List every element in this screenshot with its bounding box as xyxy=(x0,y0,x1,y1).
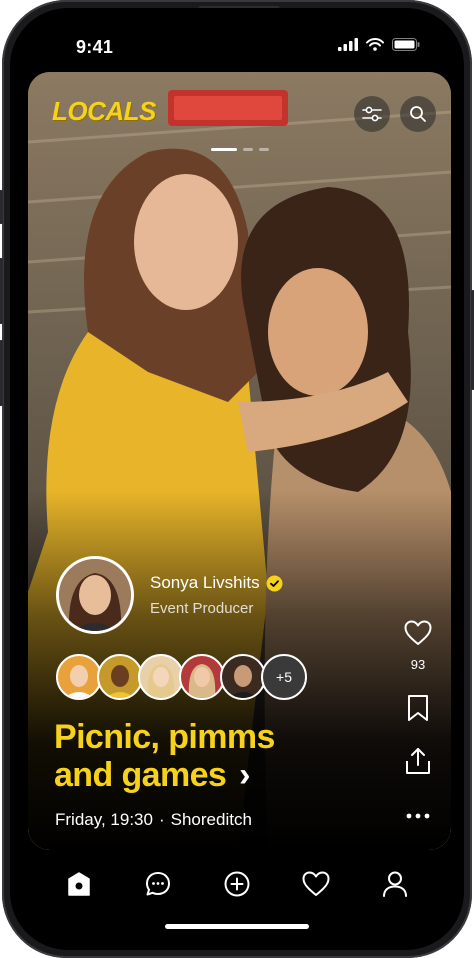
status-bar: 9:41 xyxy=(10,8,464,68)
chat-bubble-icon xyxy=(146,872,171,896)
tab-favorites[interactable] xyxy=(296,864,336,904)
attendee-avatar xyxy=(97,654,143,700)
carousel-dot xyxy=(243,148,253,151)
share-button[interactable] xyxy=(398,747,438,780)
host-avatar[interactable] xyxy=(56,556,134,634)
event-date: Friday, 19:30 xyxy=(55,810,153,829)
tab-bar xyxy=(10,854,464,914)
more-options-button[interactable] xyxy=(398,806,438,824)
bookmark-button[interactable] xyxy=(398,694,438,727)
status-icons xyxy=(338,38,420,51)
search-icon xyxy=(410,106,426,122)
carousel-dot xyxy=(259,148,269,151)
status-time: 9:41 xyxy=(76,37,114,57)
tab-profile[interactable] xyxy=(375,864,415,904)
more-attendees-badge[interactable]: +5 xyxy=(261,654,307,700)
carousel-dot-active xyxy=(211,148,237,151)
event-card[interactable]: LOCALS Sonya Livshits Event Producer +5 … xyxy=(28,72,451,850)
event-title-line2: and games xyxy=(54,756,227,794)
host-profile[interactable]: Sonya Livshits Event Producer xyxy=(56,556,283,634)
action-rail: 93 xyxy=(398,620,438,824)
screen: 9:41 LOCALS Sonya Livshits Event Produce… xyxy=(10,8,464,950)
host-role: Event Producer xyxy=(150,600,254,617)
attendee-avatar xyxy=(220,654,266,700)
heart-icon xyxy=(404,620,432,645)
event-title[interactable]: Picnic, pimms and games › xyxy=(54,718,354,794)
bookmark-icon xyxy=(408,695,428,721)
wifi-icon xyxy=(366,38,384,51)
event-meta: Friday, 19:30 · Shoreditch xyxy=(55,810,252,830)
volume-down-button xyxy=(0,340,3,406)
attendee-avatar xyxy=(179,654,225,700)
tab-create[interactable] xyxy=(217,864,257,904)
app-logo: LOCALS xyxy=(52,96,156,126)
volume-up-button xyxy=(0,258,3,324)
home-indicator[interactable] xyxy=(165,924,309,929)
verified-badge-icon xyxy=(266,575,283,591)
share-icon xyxy=(406,748,430,774)
filter-button[interactable] xyxy=(354,96,390,132)
meta-separator: · xyxy=(158,810,165,829)
more-horizontal-icon xyxy=(406,813,430,819)
cellular-signal-icon xyxy=(338,38,358,51)
attendee-avatar xyxy=(138,654,184,700)
like-count: 93 xyxy=(410,657,426,672)
phone-frame: 9:41 LOCALS Sonya Livshits Event Produce… xyxy=(0,0,474,958)
add-circle-icon xyxy=(224,871,250,897)
attendee-avatar xyxy=(56,654,102,700)
battery-icon xyxy=(392,38,420,51)
event-location: Shoreditch xyxy=(170,810,252,829)
chevron-right-icon: › xyxy=(239,756,250,794)
attendee-list[interactable]: +5 xyxy=(56,654,307,700)
like-button[interactable]: 93 xyxy=(398,620,438,672)
search-button[interactable] xyxy=(400,96,436,132)
user-icon xyxy=(382,871,407,897)
host-name: Sonya Livshits xyxy=(150,573,260,592)
tab-messages[interactable] xyxy=(138,864,178,904)
heart-icon xyxy=(302,871,330,896)
mute-switch xyxy=(0,190,3,224)
host-avatar-image xyxy=(59,559,131,631)
carousel-indicator xyxy=(211,148,269,151)
sliders-icon xyxy=(362,106,382,122)
tab-home[interactable] xyxy=(59,864,99,904)
event-title-line1: Picnic, pimms xyxy=(54,718,275,756)
home-icon xyxy=(68,872,91,896)
